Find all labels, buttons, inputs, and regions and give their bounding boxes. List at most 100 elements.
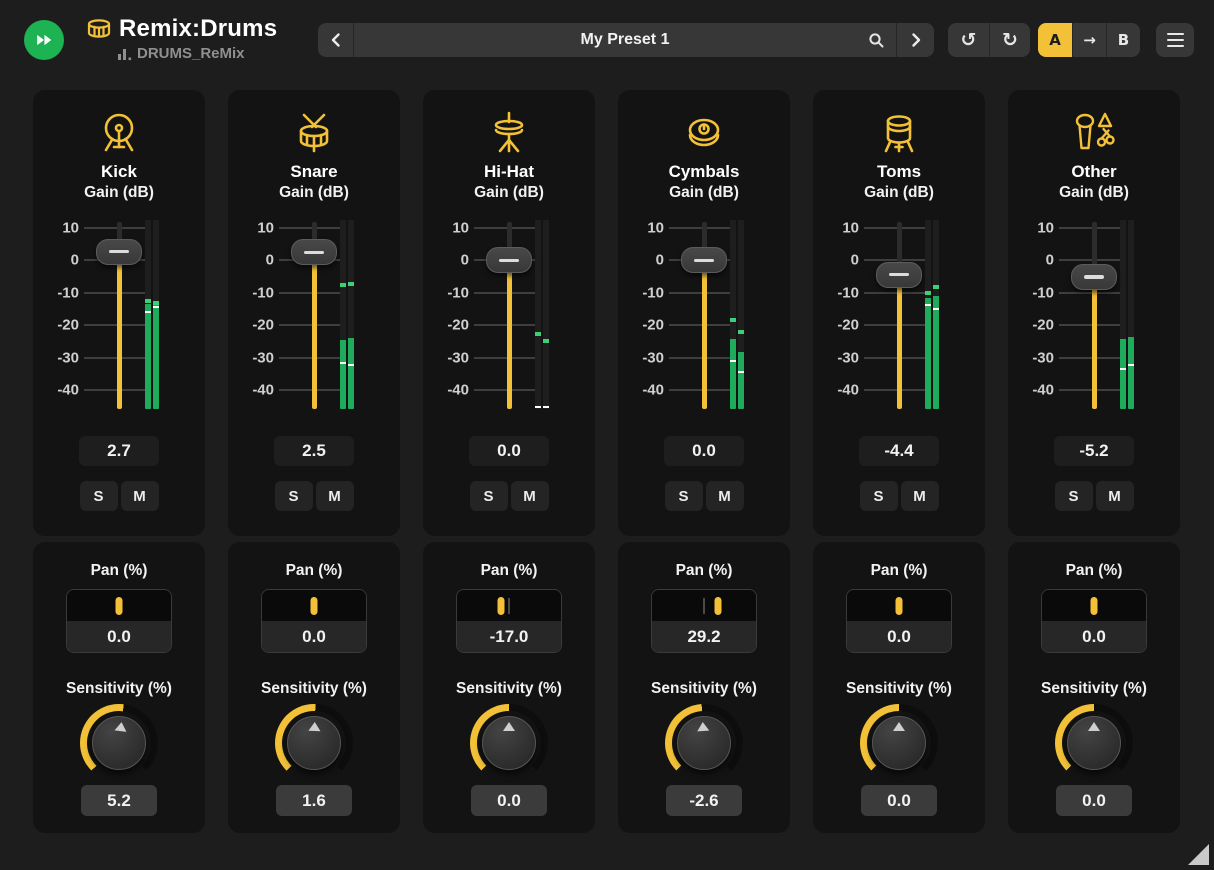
preset-name-field[interactable]: My Preset 1: [354, 23, 896, 57]
sensitivity-knob[interactable]: [275, 704, 353, 782]
gain-value[interactable]: 0.0: [469, 436, 549, 466]
gain-value[interactable]: -5.2: [1054, 436, 1134, 466]
level-meter-right: [153, 220, 159, 409]
pan-value[interactable]: 29.2: [652, 621, 756, 652]
preset-prev-button[interactable]: [318, 23, 354, 57]
solo-button[interactable]: S: [664, 481, 703, 511]
mute-button[interactable]: M: [315, 481, 354, 511]
sensitivity-value[interactable]: -2.6: [666, 785, 742, 816]
gain-fader[interactable]: 10 0 -10 -20 -30 -40: [813, 218, 985, 414]
solo-button[interactable]: S: [469, 481, 508, 511]
kick-drum-icon: [95, 108, 143, 158]
level-meter-left: [925, 220, 931, 409]
channel-strip: Other Gain (dB) 10 0 -10 -20 -30 -40 -5.…: [1008, 90, 1180, 833]
pan-handle[interactable]: [115, 596, 123, 615]
meter-average-line: [1120, 368, 1126, 371]
gain-value[interactable]: 2.7: [79, 436, 159, 466]
gain-card: Other Gain (dB) 10 0 -10 -20 -30 -40 -5.…: [1008, 90, 1180, 536]
fader-thumb[interactable]: [681, 247, 727, 274]
sensitivity-value[interactable]: 5.2: [81, 785, 157, 816]
pan-slider[interactable]: [457, 590, 561, 621]
gain-value[interactable]: 0.0: [664, 436, 744, 466]
mute-button[interactable]: M: [510, 481, 549, 511]
meter-average-line: [738, 370, 744, 373]
mute-button[interactable]: M: [1095, 481, 1134, 511]
pan-value[interactable]: 0.0: [67, 621, 171, 652]
pan-slider[interactable]: [652, 590, 756, 621]
sensitivity-value[interactable]: 1.6: [276, 785, 352, 816]
scale-tick-label: -10: [1032, 284, 1054, 302]
hamburger-icon: [1166, 32, 1184, 36]
pan-handle[interactable]: [310, 596, 318, 615]
fader-thumb[interactable]: [876, 261, 922, 288]
solo-button[interactable]: S: [859, 481, 898, 511]
logo-button[interactable]: [24, 20, 64, 60]
ab-copy-button[interactable]: →: [1072, 23, 1106, 57]
knob-pointer: [308, 721, 321, 732]
pan-sensitivity-card: Pan (%) 0.0 Sensitivity (%) 0.0: [813, 542, 985, 833]
mute-button[interactable]: M: [120, 481, 159, 511]
sensitivity-value[interactable]: 0.0: [471, 785, 547, 816]
sensitivity-knob[interactable]: [860, 704, 938, 782]
gain-fader[interactable]: 10 0 -10 -20 -30 -40: [618, 218, 790, 414]
pan-slider[interactable]: [67, 590, 171, 621]
menu-button[interactable]: [1156, 23, 1194, 57]
preset-next-button[interactable]: [896, 23, 934, 57]
pan-slider[interactable]: [262, 590, 366, 621]
sensitivity-knob[interactable]: [80, 704, 158, 782]
pan-value[interactable]: 0.0: [847, 621, 951, 652]
scale-tick-label: 10: [452, 219, 469, 237]
fader-thumb-grip: [499, 258, 519, 263]
pan-handle[interactable]: [497, 596, 505, 615]
meter-peak-hold: [153, 300, 159, 305]
pan-handle[interactable]: [1090, 596, 1098, 615]
preset-search-button[interactable]: [858, 23, 894, 57]
gain-fader[interactable]: 10 0 -10 -20 -30 -40: [228, 218, 400, 414]
undo-button[interactable]: ↺: [948, 23, 989, 57]
solo-button[interactable]: S: [79, 481, 118, 511]
pan-handle[interactable]: [714, 596, 722, 615]
ab-compare-group: A → B: [1038, 23, 1140, 57]
gain-value[interactable]: -4.4: [859, 436, 939, 466]
sensitivity-knob[interactable]: [1055, 704, 1133, 782]
mute-button[interactable]: M: [705, 481, 744, 511]
gain-fader[interactable]: 10 0 -10 -20 -30 -40: [33, 218, 205, 414]
channel-strip: Hi-Hat Gain (dB) 10 0 -10 -20 -30 -40 0.…: [423, 90, 595, 833]
gain-value[interactable]: 2.5: [274, 436, 354, 466]
fast-forward-icon: [37, 34, 52, 46]
pan-value[interactable]: -17.0: [457, 621, 561, 652]
sensitivity-knob[interactable]: [665, 704, 743, 782]
pan-slider[interactable]: [847, 590, 951, 621]
ab-slot-b-button[interactable]: B: [1106, 23, 1140, 57]
pan-slider[interactable]: [1042, 590, 1146, 621]
scale-tick-label: -10: [252, 284, 274, 302]
ab-slot-a-button[interactable]: A: [1038, 23, 1072, 57]
redo-icon: ↻: [1002, 28, 1018, 51]
level-meters: [730, 220, 744, 409]
gain-label: Gain (dB): [864, 184, 934, 201]
channel-name: Snare: [290, 162, 338, 181]
solo-button[interactable]: S: [274, 481, 313, 511]
gain-fader[interactable]: 10 0 -10 -20 -30 -40: [423, 218, 595, 414]
resize-handle[interactable]: [1188, 844, 1209, 865]
fader-thumb[interactable]: [96, 238, 142, 265]
gain-fader[interactable]: 10 0 -10 -20 -30 -40: [1008, 218, 1180, 414]
fader-thumb[interactable]: [1071, 264, 1117, 291]
pan-value[interactable]: 0.0: [262, 621, 366, 652]
pan-handle[interactable]: [895, 596, 903, 615]
pan-value[interactable]: 0.0: [1042, 621, 1146, 652]
gain-card: Snare Gain (dB) 10 0 -10 -20 -30 -40 2.5…: [228, 90, 400, 536]
scale-tick-line: [669, 324, 730, 327]
fader-thumb[interactable]: [486, 247, 532, 274]
solo-button[interactable]: S: [1054, 481, 1093, 511]
redo-button[interactable]: ↻: [989, 23, 1030, 57]
fader-thumb[interactable]: [291, 239, 337, 266]
sensitivity-knob[interactable]: [470, 704, 548, 782]
meter-fill: [145, 303, 151, 409]
sensitivity-value[interactable]: 0.0: [1056, 785, 1132, 816]
header: Remix:Drums DRUMS_ReMix My Preset 1 ↺ ↻ …: [0, 0, 1214, 80]
sensitivity-value[interactable]: 0.0: [861, 785, 937, 816]
mute-button[interactable]: M: [900, 481, 939, 511]
scale-tick-label: -30: [57, 349, 79, 367]
level-meter-left: [535, 220, 541, 409]
